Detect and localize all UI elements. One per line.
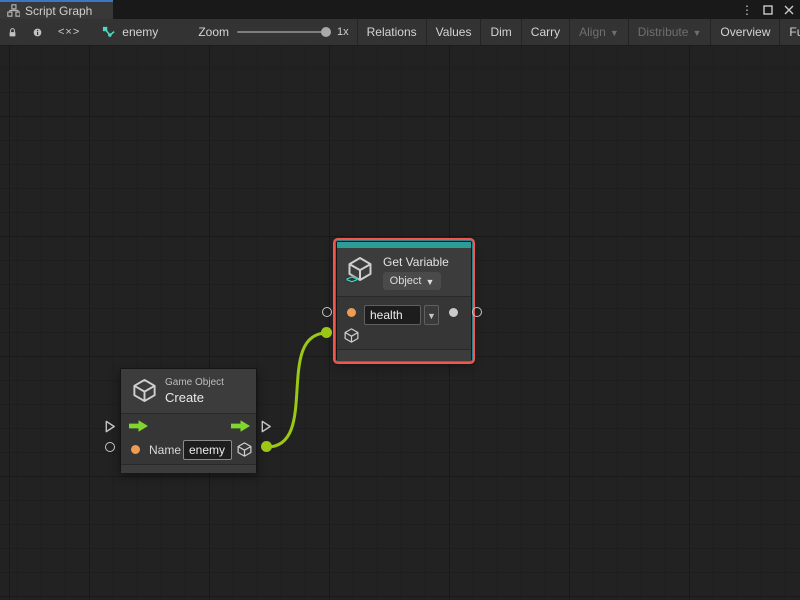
name-label: Name bbox=[149, 443, 181, 457]
lock-icon bbox=[8, 26, 17, 39]
node-get-variable[interactable]: <> Get Variable Object ▼ health ▼ bbox=[336, 241, 472, 361]
tab-script-graph[interactable]: Script Graph bbox=[0, 0, 113, 19]
toolbar-right-group: Relations Values Dim Carry Align ▼ Distr… bbox=[357, 19, 800, 45]
node-supertitle: Game Object bbox=[165, 377, 224, 388]
carry-button[interactable]: Carry bbox=[522, 19, 569, 45]
info-icon bbox=[33, 26, 42, 39]
info-button[interactable] bbox=[25, 19, 50, 45]
close-icon[interactable] bbox=[782, 3, 796, 17]
chevron-down-icon: ▼ bbox=[427, 312, 436, 321]
variable-scope-dropdown[interactable]: Object ▼ bbox=[383, 272, 441, 290]
script-graph-window: Script Graph ⋮ bbox=[0, 0, 800, 600]
zoom-label: Zoom bbox=[198, 25, 229, 39]
zoom-slider-handle[interactable] bbox=[321, 27, 331, 37]
maximize-icon[interactable] bbox=[761, 3, 775, 17]
relations-button[interactable]: Relations bbox=[358, 19, 426, 45]
node-game-object-create[interactable]: Game Object Create Name enemy bbox=[120, 368, 257, 472]
connection-wire[interactable] bbox=[267, 333, 327, 447]
align-button[interactable]: Align ▼ bbox=[570, 19, 628, 45]
window-menu-icon[interactable]: ⋮ bbox=[740, 3, 754, 17]
node-flow-row bbox=[121, 414, 256, 438]
graph-icon bbox=[102, 26, 116, 39]
name-input-port-ring[interactable] bbox=[105, 442, 115, 452]
port-name-input[interactable] bbox=[131, 445, 140, 454]
dim-button[interactable]: Dim bbox=[481, 19, 520, 45]
overview-button[interactable]: Overview bbox=[711, 19, 779, 45]
titlebar: Script Graph ⋮ bbox=[0, 0, 800, 19]
port-value-output[interactable] bbox=[449, 308, 458, 317]
zoom-control: Zoom 1x bbox=[170, 19, 356, 45]
cube-icon bbox=[131, 377, 158, 404]
graph-reference-button[interactable]: enemy bbox=[88, 19, 170, 45]
full-screen-button[interactable]: Full Screen bbox=[780, 19, 800, 45]
wire-endpoint-dot[interactable] bbox=[321, 327, 332, 338]
port-value-input[interactable] bbox=[347, 308, 356, 317]
values-button[interactable]: Values bbox=[427, 19, 481, 45]
tab-active-accent bbox=[0, 0, 113, 2]
zoom-slider[interactable] bbox=[237, 31, 329, 33]
variable-name-field[interactable]: health bbox=[364, 305, 421, 325]
graph-name-label: enemy bbox=[122, 25, 158, 39]
chevron-down-icon: ▼ bbox=[692, 29, 701, 38]
flow-in-arrow-icon[interactable] bbox=[129, 420, 148, 432]
code-brackets-icon: <> bbox=[346, 274, 357, 286]
node-title: Get Variable bbox=[383, 255, 449, 269]
lock-button[interactable] bbox=[0, 19, 25, 45]
get-variable-left-port-ring[interactable] bbox=[322, 307, 332, 317]
variable-name-dropdown[interactable]: ▼ bbox=[424, 305, 439, 325]
node-footer bbox=[121, 464, 256, 473]
flow-in-port-triangle[interactable] bbox=[104, 420, 116, 433]
node-title: Create bbox=[165, 390, 204, 405]
chevron-down-icon: ▼ bbox=[425, 278, 434, 287]
code-view-button[interactable]: <×> bbox=[50, 19, 88, 45]
node-footer bbox=[337, 349, 471, 361]
node-header: <> Get Variable Object ▼ bbox=[337, 248, 471, 296]
zoom-value: 1x bbox=[337, 26, 349, 38]
name-field[interactable]: enemy bbox=[183, 440, 232, 460]
node-header: Game Object Create bbox=[121, 369, 256, 413]
distribute-button[interactable]: Distribute ▼ bbox=[629, 19, 711, 45]
window-controls: ⋮ bbox=[740, 0, 796, 19]
port-object-cube-icon[interactable] bbox=[343, 327, 360, 344]
flow-out-port-triangle[interactable] bbox=[260, 420, 272, 433]
node-name-row: Name enemy bbox=[121, 438, 256, 464]
tab-title: Script Graph bbox=[25, 4, 92, 18]
graph-toolbar: <×> enemy Zoom 1x Relations Values Dim bbox=[0, 19, 800, 46]
chevron-down-icon: ▼ bbox=[610, 29, 619, 38]
port-object-output-cube-icon[interactable] bbox=[236, 441, 253, 458]
wire-start-dot[interactable] bbox=[261, 441, 272, 452]
get-variable-right-port-ring[interactable] bbox=[472, 307, 482, 317]
flow-out-arrow-icon[interactable] bbox=[231, 420, 250, 432]
graph-canvas[interactable]: <> Get Variable Object ▼ health ▼ bbox=[0, 46, 800, 600]
node-body: health ▼ bbox=[337, 297, 471, 349]
hierarchy-icon bbox=[7, 4, 20, 17]
code-icon: <×> bbox=[58, 26, 80, 38]
